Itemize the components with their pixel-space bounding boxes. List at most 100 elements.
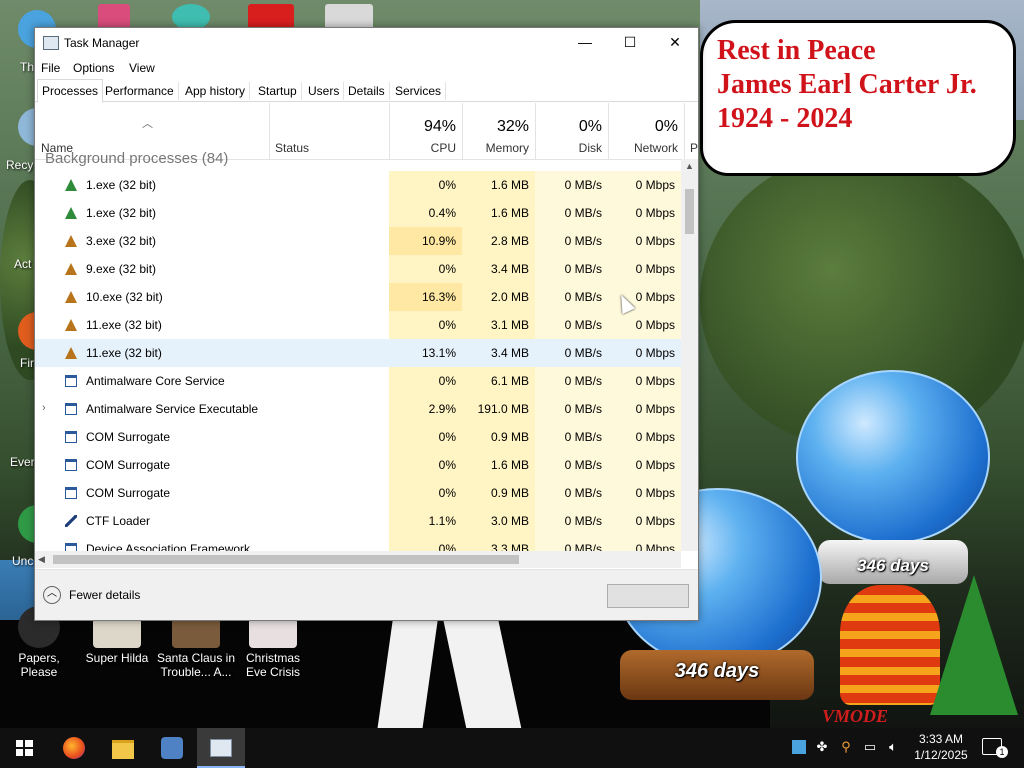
- task-manager-icon[interactable]: [197, 728, 245, 768]
- scrollbar-thumb[interactable]: [685, 189, 694, 234]
- windows-start-icon[interactable]: [0, 728, 48, 768]
- tray-network-share-icon[interactable]: ✤: [815, 740, 829, 754]
- process-disk-cell: 0 MB/s: [535, 339, 608, 367]
- collapse-chevron-icon[interactable]: ︿: [43, 586, 61, 604]
- table-row[interactable]: 9.exe (32 bit) 0% 3.4 MB 0 MB/s 0 Mbps: [35, 255, 681, 283]
- network-total: 0%: [654, 118, 678, 135]
- clock-time: 3:33 AM: [918, 732, 964, 746]
- volume-icon[interactable]: 🔈︎: [886, 740, 900, 754]
- column-disk[interactable]: 0% Disk: [535, 103, 609, 159]
- snow-globe-gadget[interactable]: [796, 370, 990, 544]
- scroll-left-arrow[interactable]: ◀: [38, 554, 45, 565]
- bubble-line: James Earl Carter Jr.: [717, 69, 977, 100]
- tab-services[interactable]: Services: [391, 82, 447, 100]
- scrollbar-thumb[interactable]: [53, 555, 519, 564]
- desktop-icon-super-hilda[interactable]: Super Hilda: [79, 618, 155, 665]
- process-cpu-cell: 0%: [389, 423, 462, 451]
- memorial-speech-bubble: Rest in Peace James Earl Carter Jr. 1924…: [700, 20, 1016, 176]
- horizontal-scrollbar[interactable]: ◀: [35, 551, 681, 568]
- file-explorer-icon[interactable]: [99, 728, 147, 768]
- tab-performance[interactable]: Performance: [101, 82, 179, 100]
- tab-users[interactable]: Users: [304, 82, 345, 100]
- table-row[interactable]: COM Surrogate 0% 0.9 MB 0 MB/s 0 Mbps: [35, 423, 681, 451]
- process-disk-cell: 0 MB/s: [535, 423, 608, 451]
- task-manager-window[interactable]: Task Manager — ☐ ✕ File Options View Pro…: [34, 27, 699, 621]
- process-name-cell: 3.exe (32 bit): [35, 227, 389, 255]
- minimize-button[interactable]: —: [562, 28, 608, 58]
- watermark-text: VMODE: [822, 706, 889, 726]
- process-cpu-cell: 2.9%: [389, 395, 462, 423]
- xmas-tree-icon: [65, 263, 77, 275]
- bubble-line: Rest in Peace: [717, 35, 876, 66]
- tray-search-icon[interactable]: ⚲: [839, 740, 853, 754]
- process-name-cell: COM Surrogate: [35, 479, 389, 507]
- game-launcher-icon[interactable]: [148, 728, 196, 768]
- process-name-cell: 11.exe (32 bit): [35, 311, 389, 339]
- service-window-icon: [65, 487, 77, 499]
- spiral-tree-decoration: [840, 585, 940, 705]
- service-window-icon: [65, 375, 77, 387]
- table-row[interactable]: COM Surrogate 0% 0.9 MB 0 MB/s 0 Mbps: [35, 479, 681, 507]
- tab-startup[interactable]: Startup: [254, 82, 302, 100]
- window-title: Task Manager: [64, 36, 140, 50]
- table-row[interactable]: Antimalware Core Service 0% 6.1 MB 0 MB/s 0 …: [35, 367, 681, 395]
- close-button[interactable]: ✕: [652, 28, 698, 58]
- process-network-cell: 0 Mbps: [608, 507, 681, 535]
- table-row[interactable]: › Antimalware Service Executable 2.9% 191.0…: [35, 395, 681, 423]
- table-row[interactable]: 10.exe (32 bit) 16.3% 2.0 MB 0 MB/s 0 Mbps: [35, 283, 681, 311]
- process-network-cell: 0 Mbps: [608, 255, 681, 283]
- desktop-icon-label: Fir: [20, 356, 34, 370]
- column-power[interactable]: P: [690, 141, 698, 155]
- network-icon[interactable]: ▭: [863, 740, 877, 754]
- system-clock[interactable]: 3:33 AM 1/12/2025: [906, 731, 976, 763]
- process-disk-cell: 0 MB/s: [535, 395, 608, 423]
- menu-options[interactable]: Options: [73, 61, 114, 75]
- desktop-icon-santa-claus[interactable]: Santa Claus in Trouble... A...: [156, 618, 236, 679]
- table-row[interactable]: COM Surrogate 0% 1.6 MB 0 MB/s 0 Mbps: [35, 451, 681, 479]
- tab-app-history[interactable]: App history: [181, 82, 251, 100]
- disk-total: 0%: [578, 118, 602, 135]
- table-row[interactable]: Device Association Framework ... 0% 3.3 MB…: [35, 535, 681, 551]
- process-network-cell: 0 Mbps: [608, 311, 681, 339]
- process-network-cell: 0 Mbps: [608, 367, 681, 395]
- table-row[interactable]: 1.exe (32 bit) 0.4% 1.6 MB 0 MB/s 0 Mbps: [35, 199, 681, 227]
- column-memory[interactable]: 32% Memory: [462, 103, 536, 159]
- vertical-scrollbar[interactable]: ▲: [681, 159, 698, 551]
- tab-details[interactable]: Details: [344, 82, 390, 100]
- table-row[interactable]: 1.exe (32 bit) 0% 1.6 MB 0 MB/s 0 Mbps: [35, 171, 681, 199]
- desktop-icon-label: Unc: [12, 554, 34, 568]
- column-label: CPU: [430, 141, 456, 155]
- title-bar[interactable]: Task Manager — ☐ ✕: [35, 28, 698, 58]
- maximize-button[interactable]: ☐: [607, 28, 653, 58]
- process-cpu-cell: 16.3%: [389, 283, 462, 311]
- process-network-cell: 0 Mbps: [608, 339, 681, 367]
- process-name: 1.exe (32 bit): [86, 178, 157, 192]
- desktop-icon-christmas-eve-crisis[interactable]: Christmas Eve Crisis: [235, 618, 311, 679]
- table-row[interactable]: 11.exe (32 bit) 0% 3.1 MB 0 MB/s 0 Mbps: [35, 311, 681, 339]
- chevron-right-icon[interactable]: ›: [42, 402, 46, 414]
- table-row[interactable]: 3.exe (32 bit) 10.9% 2.8 MB 0 MB/s 0 Mbps: [35, 227, 681, 255]
- process-name: Antimalware Core Service: [86, 374, 225, 388]
- process-memory-cell: 1.6 MB: [462, 451, 535, 479]
- table-row[interactable]: 11.exe (32 bit) 13.1% 3.4 MB 0 MB/s 0 Mbps: [35, 339, 681, 367]
- tab-processes[interactable]: Processes: [37, 79, 104, 103]
- process-cpu-cell: 1.1%: [389, 507, 462, 535]
- end-task-button[interactable]: [607, 584, 689, 608]
- column-cpu[interactable]: 94% CPU: [389, 103, 463, 159]
- menu-file[interactable]: File: [41, 61, 60, 75]
- fewer-details-link[interactable]: Fewer details: [69, 588, 140, 602]
- firefox-icon[interactable]: [50, 728, 98, 768]
- scroll-up-arrow[interactable]: ▲: [685, 161, 694, 171]
- process-name-cell: COM Surrogate: [35, 451, 389, 479]
- column-status[interactable]: Status: [269, 103, 390, 159]
- process-memory-cell: 1.6 MB: [462, 199, 535, 227]
- process-list[interactable]: 1.exe (32 bit) 0% 1.6 MB 0 MB/s 0 Mbps 1.exe …: [35, 159, 681, 551]
- table-row[interactable]: CTF Loader 1.1% 3.0 MB 0 MB/s 0 Mbps: [35, 507, 681, 535]
- service-window-icon: [65, 459, 77, 471]
- desktop-icon-label: Ever: [10, 455, 35, 469]
- column-network[interactable]: 0% Network: [608, 103, 685, 159]
- tray-app-icon[interactable]: [792, 740, 806, 754]
- menu-view[interactable]: View: [129, 61, 155, 75]
- service-window-icon: [65, 403, 77, 415]
- process-disk-cell: 0 MB/s: [535, 535, 608, 551]
